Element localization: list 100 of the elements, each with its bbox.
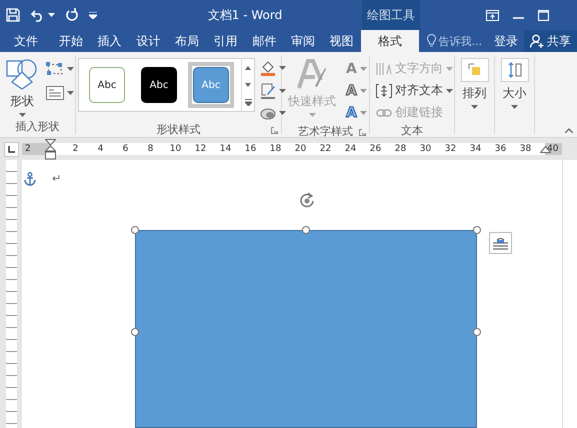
arrange-icon: [468, 63, 482, 77]
ruler-number: 24: [344, 144, 358, 154]
undo-icon: [30, 8, 45, 22]
down-arrow-icon: [245, 82, 251, 87]
group-label: 形状样式: [76, 122, 281, 137]
rotate-handle[interactable]: [299, 192, 315, 209]
ruler-number: 38: [518, 144, 532, 154]
caret-icon: [48, 13, 55, 17]
more-icon: [244, 98, 252, 106]
ruler-number: 2: [72, 144, 80, 154]
collapse-ribbon-button[interactable]: [565, 128, 573, 133]
ribbon-display-options-button[interactable]: [486, 10, 499, 20]
ribbon-tab[interactable]: 设计: [128, 30, 168, 52]
indent-marker[interactable]: [45, 139, 56, 160]
pen-outline-icon: [260, 83, 276, 99]
sign-in-link[interactable]: 登录: [494, 30, 524, 52]
ruler-number: 18: [268, 144, 282, 154]
ribbon-tab[interactable]: 审阅: [284, 30, 322, 52]
caret-icon: [471, 105, 478, 109]
customize-toolbar-button[interactable]: [89, 12, 97, 18]
shapes-icon: [6, 58, 38, 90]
arrange-button[interactable]: 排列: [456, 58, 492, 109]
window-title: 文档1 - Word: [206, 6, 284, 24]
resize-handle[interactable]: [302, 226, 310, 234]
caret-icon: [511, 105, 518, 109]
maximize-button[interactable]: [538, 10, 549, 20]
resize-handle[interactable]: [473, 226, 481, 234]
caret-icon: [360, 67, 367, 71]
save-icon: [6, 8, 20, 22]
caret-icon: [279, 89, 286, 93]
ruler-number: 6: [122, 144, 130, 154]
tell-me-field[interactable]: 告诉我...: [438, 34, 482, 48]
caret-icon: [308, 113, 316, 117]
letter-brush-icon: [297, 58, 327, 90]
ruler-number: 16: [244, 144, 258, 154]
ribbon-tab[interactable]: 插入: [90, 30, 129, 52]
align-text-icon: [376, 84, 392, 98]
ribbon-tab[interactable]: 邮件: [245, 30, 284, 52]
undo-button[interactable]: [30, 8, 55, 22]
ruler-number: 12: [194, 144, 208, 154]
maximize-icon: [538, 10, 549, 20]
caret-icon: [279, 111, 286, 115]
ruler-number: 14: [218, 144, 232, 154]
caret-icon: [360, 89, 367, 93]
ruler-number: 4: [96, 144, 104, 154]
ribbon-tab[interactable]: 布局: [168, 30, 206, 52]
ribbon-tab[interactable]: 引用: [206, 30, 246, 52]
ruler-number: 8: [146, 144, 154, 154]
paragraph-mark: ↵: [52, 172, 62, 185]
lightbulb-icon: [426, 34, 436, 48]
redo-button[interactable]: [65, 8, 79, 22]
wrap-text-icon: [493, 236, 508, 250]
resize-handle[interactable]: [473, 328, 481, 336]
ruler-number: 28: [394, 144, 408, 154]
text-box-button[interactable]: [44, 84, 76, 102]
size-button[interactable]: 大小: [496, 58, 532, 109]
edit-points-icon: [46, 62, 64, 76]
resize-handle[interactable]: [131, 226, 139, 234]
redo-icon: [65, 8, 79, 22]
caret-icon: [279, 66, 286, 70]
save-button[interactable]: [6, 8, 20, 22]
ruler-number: 30: [418, 144, 432, 154]
group-label: 插入形状: [14, 118, 60, 134]
text-box-icon: [46, 86, 64, 100]
ribbon-display-icon: [486, 10, 499, 20]
ribbon-tab[interactable]: 视图: [322, 30, 362, 52]
shape-outline-button[interactable]: [258, 81, 288, 101]
dialog-launcher-button[interactable]: [271, 127, 278, 134]
shape-effects-icon: [260, 106, 276, 120]
context-tab-title: 绘图工具: [362, 0, 420, 30]
ruler-number: 2: [25, 144, 31, 154]
customize-icon: [89, 12, 97, 18]
text-direction-icon: [376, 62, 392, 76]
dialog-launcher-button[interactable]: [359, 129, 366, 136]
resize-handle[interactable]: [131, 328, 139, 336]
tab-stop-button[interactable]: [4, 142, 19, 156]
edit-shape-button[interactable]: [44, 60, 76, 78]
ribbon-tab[interactable]: 开始: [52, 30, 90, 52]
group-label: 文本: [400, 123, 424, 138]
shapes-button[interactable]: 形状: [2, 58, 42, 117]
paint-bucket-icon: [260, 60, 276, 76]
tab-stop-icon: [8, 146, 15, 152]
ribbon-tab[interactable]: 文件: [0, 30, 52, 52]
ruler-number: 40: [547, 144, 558, 154]
caret-icon: [446, 66, 453, 70]
share-button[interactable]: 共享: [524, 30, 577, 52]
caret-icon: [360, 111, 367, 115]
ruler-number: 20: [294, 144, 308, 154]
caret-icon: [67, 91, 74, 95]
ribbon-tab[interactable]: 格式: [361, 30, 419, 52]
ruler-number: 34: [468, 144, 482, 154]
caret-icon: [446, 88, 453, 92]
text-command-button[interactable]: 对齐文本: [374, 80, 455, 101]
ruler-number: 32: [444, 144, 458, 154]
size-icon: [506, 62, 522, 78]
ruler-number: 22: [318, 144, 332, 154]
ruler-number: 10: [168, 144, 182, 154]
person-add-icon: [530, 34, 544, 48]
ruler-number: 26: [368, 144, 382, 154]
layout-options-button[interactable]: [489, 232, 512, 254]
